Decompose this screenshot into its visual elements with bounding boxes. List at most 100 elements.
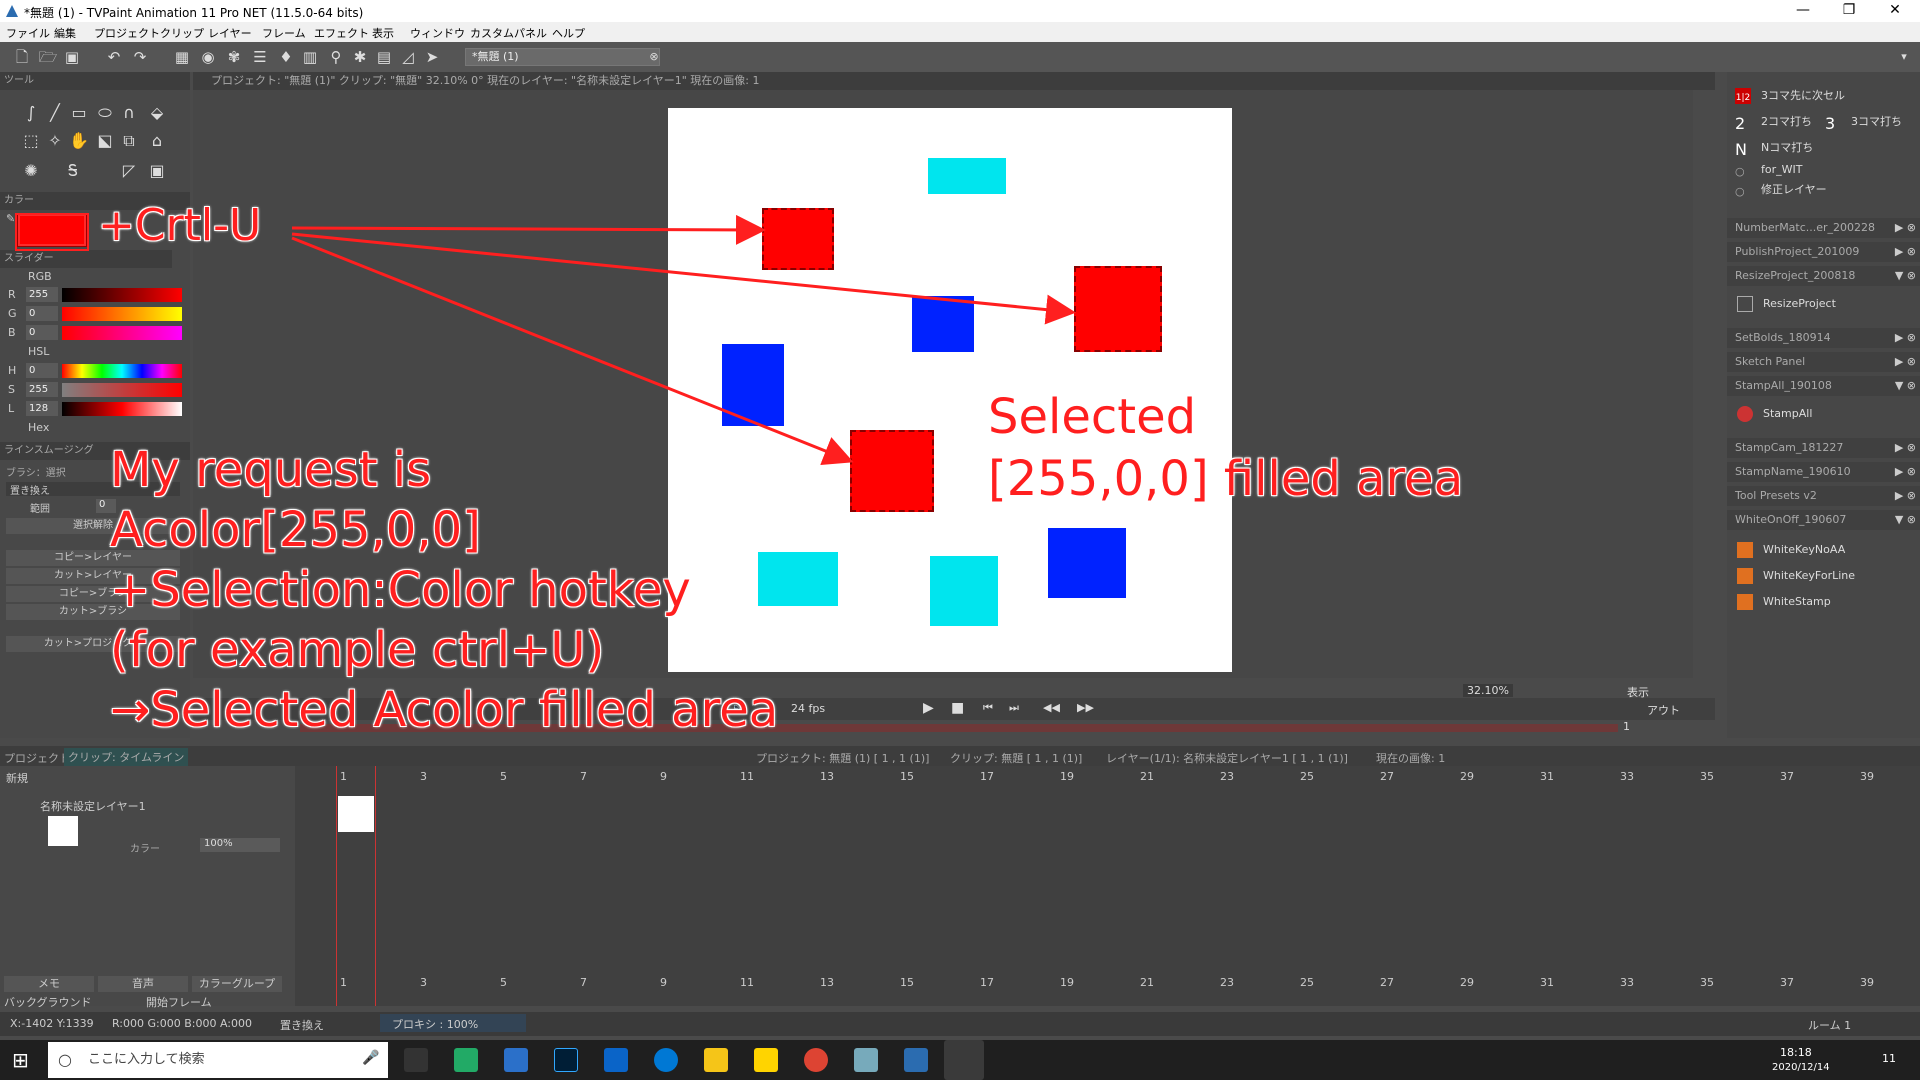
panel-group[interactable]: StampName_190610 ▶ ⊗	[1727, 462, 1920, 482]
room-selector[interactable]: ルーム 1	[1808, 1017, 1851, 1033]
film-icon[interactable]: ▥	[300, 47, 320, 67]
hand-tool-icon[interactable]: ✋	[68, 130, 90, 152]
eyedropper-icon[interactable]: ✎	[6, 212, 18, 225]
line-tool-icon[interactable]: ╱	[44, 102, 66, 124]
b-slider[interactable]	[62, 326, 182, 340]
photoshop-icon[interactable]	[554, 1048, 578, 1072]
h-slider[interactable]	[62, 364, 182, 378]
new-layer-button[interactable]: 新規	[6, 770, 28, 786]
s-slider[interactable]	[62, 383, 182, 397]
g-value[interactable]: 0	[26, 306, 58, 321]
menu-frame[interactable]: フレーム	[262, 25, 306, 41]
camera-tool-icon[interactable]: ⌂	[146, 130, 168, 152]
tvpaint-active-icon[interactable]	[944, 1040, 984, 1080]
g-slider[interactable]	[62, 307, 182, 321]
r-slider[interactable]	[62, 288, 182, 302]
curve-tool-icon[interactable]: ∩	[118, 102, 140, 124]
library-icon[interactable]: ▤	[374, 47, 394, 67]
tab-color-group[interactable]: カラーグループ	[192, 976, 282, 992]
menu-custom-panel[interactable]: カスタムパネル	[470, 25, 547, 41]
custom-item[interactable]: ○ 修正レイヤー	[1733, 180, 1827, 200]
layer-opacity[interactable]: 100%	[200, 838, 280, 852]
b-value[interactable]: 0	[26, 325, 58, 340]
eraser-tool-icon[interactable]: ◸	[118, 160, 140, 182]
taskbar-search[interactable]: ここに入力して検索	[48, 1042, 388, 1078]
background-label[interactable]: バックグラウンド	[4, 994, 92, 1010]
rectangle-tool-icon[interactable]: ▭	[68, 102, 90, 124]
next-frame-icon[interactable]: ▶▶	[1077, 701, 1094, 714]
bones-tool-icon[interactable]: ✺	[20, 160, 42, 182]
store-icon[interactable]	[454, 1048, 478, 1072]
close-button[interactable]: ✕	[1872, 0, 1918, 22]
l-value[interactable]: 128	[26, 401, 58, 416]
chevron-down-icon[interactable]: ▾	[1894, 47, 1914, 67]
mail-icon[interactable]	[604, 1048, 628, 1072]
layer-thumbnail[interactable]	[48, 816, 78, 846]
tvpaint-icon[interactable]	[904, 1048, 928, 1072]
r-value[interactable]: 255	[26, 287, 58, 302]
send-icon[interactable]: ➤	[422, 47, 442, 67]
ellipse-tool-icon[interactable]: ⬭	[94, 102, 116, 124]
start-frame-label[interactable]: 開始フレーム	[146, 994, 212, 1010]
menu-file[interactable]: ファイル	[6, 25, 50, 41]
warp-tool-icon[interactable]: ⧉	[118, 130, 140, 152]
redo-icon[interactable]: ↷	[130, 47, 150, 67]
menu-layer[interactable]: レイヤー	[208, 25, 252, 41]
tab-memo[interactable]: メモ	[4, 976, 94, 992]
tab-project[interactable]: プロジェクト	[4, 750, 70, 766]
fps-value[interactable]: 24 fps	[791, 702, 825, 715]
resize-project-item[interactable]: ResizeProject	[1735, 294, 1836, 314]
s-value[interactable]: 255	[26, 382, 58, 397]
save-icon[interactable]: ▣	[62, 47, 82, 67]
grid-icon[interactable]: ▦	[172, 47, 192, 67]
minimize-button[interactable]: —	[1780, 0, 1826, 22]
panel-group[interactable]: ResizeProject_200818 ▼ ⊗	[1727, 266, 1920, 286]
last-frame-icon[interactable]: ⏭	[1009, 701, 1019, 715]
a-color-swatch[interactable]	[17, 213, 87, 247]
puppet-icon[interactable]: ✱	[350, 47, 370, 67]
panel-group[interactable]: StampAll_190108 ▼ ⊗	[1727, 376, 1920, 396]
undo-icon[interactable]: ↶	[104, 47, 124, 67]
stamp-all-item[interactable]: StampAll	[1735, 404, 1812, 424]
edge-icon[interactable]	[654, 1048, 678, 1072]
notification-count[interactable]: 11	[1882, 1052, 1896, 1065]
magic-wand-icon[interactable]: ✧	[44, 130, 66, 152]
panel-group[interactable]: Sketch Panel ▶ ⊗	[1727, 352, 1920, 372]
frame-thumbnail[interactable]	[338, 796, 374, 832]
custom-item[interactable]: 2 2コマ打ち	[1733, 112, 1812, 133]
restore-button[interactable]: ❐	[1826, 0, 1872, 22]
panel-group[interactable]: SetBolds_180914 ▶ ⊗	[1727, 328, 1920, 348]
custom-item[interactable]: ○ for_WIT	[1733, 160, 1802, 180]
microphone-icon[interactable]: 🎤	[362, 1050, 379, 1066]
selection-tool-icon[interactable]: ⬚	[20, 130, 42, 152]
proxy-value[interactable]: プロキシ : 100%	[380, 1014, 526, 1032]
menu-view[interactable]: 表示	[372, 25, 394, 41]
menu-edit[interactable]: 編集	[54, 25, 76, 41]
windows-start-icon[interactable]: ⊞	[12, 1048, 29, 1072]
notepad-icon[interactable]	[854, 1048, 878, 1072]
explorer-icon[interactable]	[704, 1048, 728, 1072]
display-dropdown[interactable]: 表示	[1627, 684, 1649, 700]
prev-frame-icon[interactable]: ◀◀	[1043, 701, 1060, 714]
white-key-noaa-item[interactable]: WhiteKeyNoAA	[1735, 540, 1845, 560]
photos-icon[interactable]	[504, 1048, 528, 1072]
menu-effect[interactable]: エフェクト	[314, 25, 369, 41]
freehand-tool-icon[interactable]: ∫	[20, 102, 42, 124]
layer-name[interactable]: 名称未設定レイヤー1	[40, 798, 146, 814]
tab-audio[interactable]: 音声	[98, 976, 188, 992]
hook-tool-icon[interactable]: Ꭶ	[62, 160, 84, 182]
light-icon[interactable]: ♦	[276, 47, 296, 67]
custom-item[interactable]: N Nコマ打ち	[1733, 138, 1813, 159]
chrome-icon[interactable]	[804, 1048, 828, 1072]
white-key-forline-item[interactable]: WhiteKeyForLine	[1735, 566, 1855, 586]
transform-tool-icon[interactable]: ⬕	[94, 130, 116, 152]
sticky-notes-icon[interactable]	[754, 1048, 778, 1072]
panel-group[interactable]: NumberMatc...er_200228 ▶ ⊗	[1727, 218, 1920, 238]
layers-icon[interactable]: ☰	[250, 47, 270, 67]
task-view-icon[interactable]	[404, 1048, 428, 1072]
custom-item[interactable]: 3 3コマ打ち	[1823, 112, 1902, 133]
zoom-value[interactable]: 32.10%	[1463, 684, 1513, 697]
custom-item[interactable]: 1|2 3コマ先に次セル	[1733, 86, 1845, 106]
panel-group[interactable]: Tool Presets v2 ▶ ⊗	[1727, 486, 1920, 506]
first-frame-icon[interactable]: ⏮	[983, 701, 993, 715]
